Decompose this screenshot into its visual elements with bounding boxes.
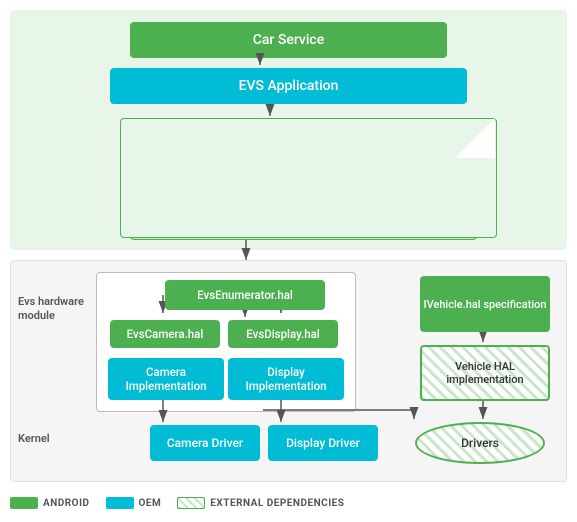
vehicle-hal-impl-label: Vehicle HAL implementation <box>422 360 548 386</box>
legend-android-box <box>10 497 38 509</box>
display-implementation-block: Display Implementation <box>228 358 344 400</box>
camera-driver-block: Camera Driver <box>150 425 260 461</box>
vehicle-hal-impl-block: Vehicle HAL implementation <box>420 345 550 401</box>
evs-application-label: EVS Application <box>239 78 339 94</box>
evs-display-hal-bottom-label: EvsDisplay.hal <box>246 327 319 341</box>
evs-hw-label: Evs hardware module <box>18 295 88 324</box>
evs-camera-hal-bottom-label: EvsCamera.hal <box>127 327 204 341</box>
ivehicle-spec-block: IVehicle.hal specification <box>420 276 550 332</box>
camera-implementation-label: Camera Implementation <box>108 365 224 393</box>
legend-android: ANDROID <box>10 497 90 509</box>
camera-driver-label: Camera Driver <box>167 436 243 450</box>
kernel-label: Kernel <box>18 432 50 445</box>
camera-implementation-block: Camera Implementation <box>108 358 224 400</box>
legend-ext-box <box>177 497 205 509</box>
display-driver-block: Display Driver <box>268 425 378 461</box>
car-service-block: Car Service <box>130 22 447 58</box>
legend: ANDROID OEM EXTERNAL DEPENDENCIES <box>10 488 567 518</box>
legend-oem-box <box>106 497 134 509</box>
drivers-oval-block: Drivers <box>415 422 545 464</box>
evs-camera-hal-bottom-block: EvsCamera.hal <box>110 320 220 348</box>
legend-oem: OEM <box>106 497 162 509</box>
legend-ext: EXTERNAL DEPENDENCIES <box>177 497 344 509</box>
car-service-label: Car Service <box>253 32 324 48</box>
evs-display-hal-bottom-block: EvsDisplay.hal <box>228 320 338 348</box>
ivehicle-spec-label: IVehicle.hal specification <box>423 298 546 311</box>
display-driver-label: Display Driver <box>286 436 360 450</box>
display-implementation-label: Display Implementation <box>228 365 344 393</box>
legend-ext-label: EXTERNAL DEPENDENCIES <box>210 498 344 509</box>
evs-application-block: EVS Application <box>110 68 467 104</box>
drivers-oval-label: Drivers <box>461 436 499 450</box>
hal-bg <box>120 118 497 238</box>
legend-oem-label: OEM <box>139 498 162 509</box>
evs-enumerator-bottom-label: EvsEnumerator.hal <box>197 288 293 302</box>
diagram-container: Car Service EVS Application EvsEnumerato… <box>0 0 577 522</box>
legend-android-label: ANDROID <box>43 498 90 509</box>
evs-enumerator-bottom-block: EvsEnumerator.hal <box>165 280 325 310</box>
